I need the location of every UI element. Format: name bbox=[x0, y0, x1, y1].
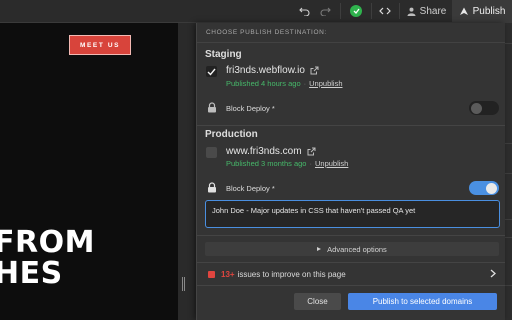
meet-us-button[interactable]: MEET US bbox=[69, 35, 131, 55]
code-export-button[interactable] bbox=[375, 0, 395, 22]
issues-count: 13+ bbox=[221, 270, 235, 279]
chevron-right-icon bbox=[490, 269, 496, 278]
production-block-deploy-label: Block Deploy * bbox=[226, 184, 275, 193]
publish-popup: CHOOSE PUBLISH DESTINATION: Staging fri3… bbox=[196, 23, 505, 320]
staging-domain[interactable]: fri3nds.webflow.io bbox=[226, 65, 319, 76]
hero-text-line-2: HES bbox=[0, 256, 63, 291]
popup-header: CHOOSE PUBLISH DESTINATION: bbox=[197, 23, 505, 43]
production-publish-meta: Published 3 months ago · Unpublish bbox=[226, 159, 348, 168]
staging-unpublish-link[interactable]: Unpublish bbox=[309, 79, 342, 88]
production-unpublish-link[interactable]: Unpublish bbox=[315, 159, 348, 168]
publish-label: Publish bbox=[472, 5, 506, 17]
top-toolbar: Share Publish bbox=[0, 0, 512, 23]
staging-publish-meta: Published 4 hours ago · Unpublish bbox=[226, 79, 343, 88]
issues-row[interactable]: 13+ issues to improve on this page bbox=[197, 266, 505, 284]
site-status-button[interactable] bbox=[346, 0, 366, 22]
advanced-options-label: Advanced options bbox=[327, 244, 387, 254]
production-domain-text: www.fri3nds.com bbox=[226, 146, 302, 157]
share-button[interactable]: Share bbox=[403, 0, 450, 22]
code-icon bbox=[379, 7, 391, 15]
production-block-deploy-toggle[interactable] bbox=[469, 181, 499, 195]
triangle-right-icon bbox=[317, 247, 322, 251]
user-icon bbox=[407, 7, 416, 16]
staging-block-deploy-toggle[interactable] bbox=[469, 101, 499, 115]
redo-button[interactable] bbox=[317, 0, 333, 22]
issue-warning-icon bbox=[208, 271, 215, 278]
canvas-resize-edge bbox=[178, 23, 196, 320]
staging-title: Staging bbox=[205, 49, 242, 60]
production-domain[interactable]: www.fri3nds.com bbox=[226, 146, 316, 157]
status-check-icon bbox=[350, 5, 362, 17]
checkmark-icon bbox=[207, 68, 216, 76]
undo-button[interactable] bbox=[296, 0, 312, 22]
production-meta-separator: · bbox=[309, 159, 312, 168]
share-label: Share bbox=[419, 5, 447, 17]
lock-icon bbox=[208, 182, 216, 193]
design-canvas[interactable]: MEET US FROM HES bbox=[0, 23, 178, 320]
staging-published-text: Published 4 hours ago bbox=[226, 79, 301, 88]
publish-button[interactable]: Publish bbox=[452, 0, 512, 22]
external-link-icon[interactable] bbox=[307, 147, 316, 156]
production-checkbox[interactable] bbox=[206, 147, 217, 158]
lock-icon bbox=[208, 102, 216, 113]
external-link-icon[interactable] bbox=[310, 66, 319, 75]
staging-checkbox[interactable] bbox=[206, 66, 217, 77]
block-deploy-note-input[interactable]: John Doe - Major updates in CSS that hav… bbox=[205, 200, 500, 228]
staging-meta-separator: · bbox=[303, 79, 307, 88]
undo-icon bbox=[298, 7, 309, 16]
advanced-options-toggle[interactable]: Advanced options bbox=[205, 242, 499, 256]
publish-to-selected-domains-button[interactable]: Publish to selected domains bbox=[348, 293, 497, 310]
resize-grip-icon[interactable] bbox=[182, 277, 185, 291]
staging-block-deploy-label: Block Deploy * bbox=[226, 104, 275, 113]
production-published-text: Published 3 months ago bbox=[226, 159, 307, 168]
issues-text: issues to improve on this page bbox=[237, 270, 346, 279]
hero-text-line-1: FROM bbox=[0, 225, 95, 260]
redo-icon bbox=[320, 7, 331, 16]
production-title: Production bbox=[205, 129, 258, 140]
staging-domain-text: fri3nds.webflow.io bbox=[226, 65, 305, 76]
publish-icon bbox=[459, 7, 468, 15]
close-button[interactable]: Close bbox=[294, 293, 341, 310]
